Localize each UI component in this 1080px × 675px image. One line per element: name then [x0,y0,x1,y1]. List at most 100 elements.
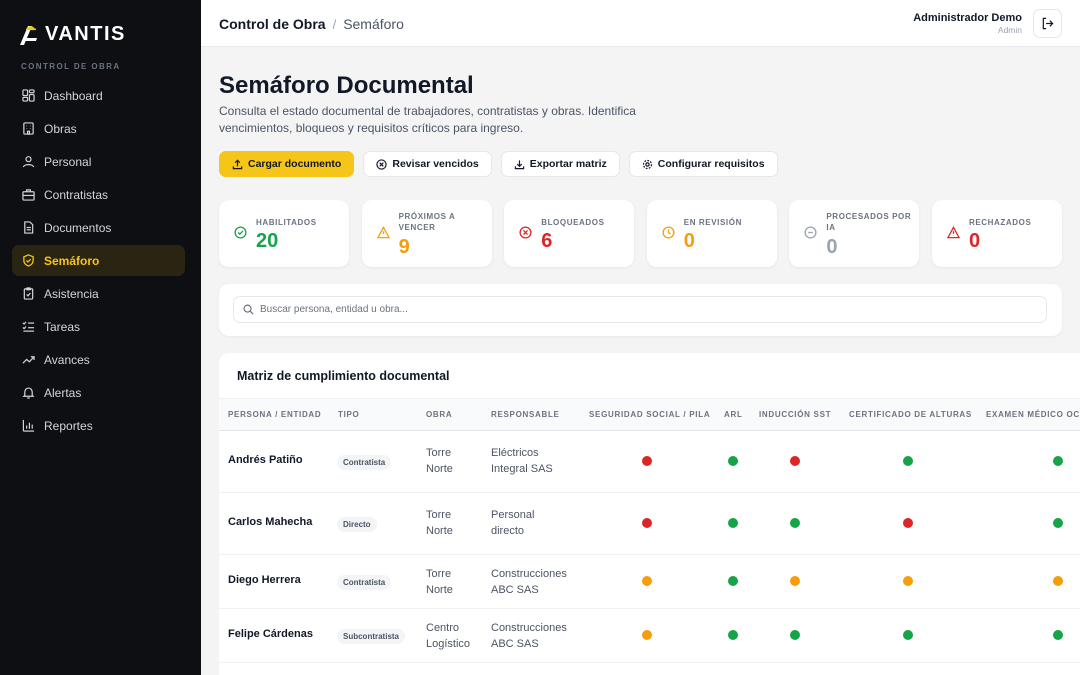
check-circle-icon [234,226,247,239]
status-dot-green[interactable] [790,518,800,528]
x-circle-icon [519,226,532,239]
table-row[interactable]: Carlos Mahecha Directo Torre Norte Person… [219,493,1080,555]
breadcrumb-root[interactable]: Control de Obra [219,16,326,32]
brand-logo[interactable]: VANTIS [19,20,126,48]
status-dot-amber[interactable] [642,630,652,640]
column-header[interactable]: CERTIFICADO DE ALTURAS [849,410,972,419]
stat-card-en-revision[interactable]: EN REVISIÓN 0 [646,200,777,267]
column-header[interactable]: EXAMEN MÉDICO OCU [986,410,1080,419]
status-dot-amber[interactable] [903,576,913,586]
table-header: PERSONA / ENTIDAD TIPO OBRA RESPONSABLE … [219,398,1080,431]
action-bar: Cargar documento Revisar vencidos Export… [219,151,787,177]
obra-cell: Centro Logístico [426,620,470,652]
compliance-matrix: Matriz de cumplimiento documental PERSON… [219,353,1080,675]
sidebar-item-label: Reportes [44,418,93,433]
status-dot-red[interactable] [903,518,913,528]
sidebar-item-label: Avances [44,352,90,367]
page-subtitle: Consulta el estado documental de trabaja… [219,104,636,135]
topbar: Control de Obra / Semáforo Administrador… [201,0,1080,47]
column-header[interactable]: SEGURIDAD SOCIAL / PILA [589,410,710,419]
clock-icon [662,226,675,239]
search-input[interactable] [260,304,1020,315]
responsable-line: directo [491,525,525,537]
sidebar-item-personal[interactable]: Personal [12,146,185,177]
status-dot-green[interactable] [728,576,738,586]
status-dot-green[interactable] [903,456,913,466]
status-dot-amber[interactable] [790,576,800,586]
obra-line: Torre [426,447,452,459]
column-header[interactable]: TIPO [338,410,359,419]
configure-requirements-button[interactable]: Configurar requisitos [628,151,778,177]
shield-icon [21,254,35,268]
obra-cell: Torre Norte [426,507,453,539]
briefcase-icon [21,188,35,202]
sidebar-item-reportes[interactable]: Reportes [12,410,185,441]
upload-document-button[interactable]: Cargar documento [219,151,355,177]
obra-line: Norte [426,525,453,537]
stat-card-procesados-ia[interactable]: PROCESADOS POR IA 0 [789,200,920,267]
status-dot-green[interactable] [1053,630,1063,640]
status-dot-amber[interactable] [1053,576,1063,586]
logo-mark-icon [20,26,37,45]
status-dot-green[interactable] [728,630,738,640]
stat-label: PROCESADOS POR IA [826,212,912,232]
person-name[interactable]: Carlos Mahecha [228,516,312,528]
user-role: Admin [997,25,1022,35]
obra-line: Norte [426,584,453,596]
sidebar-item-contratistas[interactable]: Contratistas [12,179,185,210]
column-header[interactable]: PERSONA / ENTIDAD [228,410,321,419]
sidebar-item-label: Dashboard [44,88,103,103]
stat-card-rechazados[interactable]: RECHAZADOS 0 [931,200,1062,267]
stat-value: 9 [398,236,410,258]
stat-card-proximos[interactable]: PRÓXIMOS A VENCER 9 [361,200,492,267]
status-dot-red[interactable] [790,456,800,466]
column-header[interactable]: INDUCCIÓN SST [759,410,831,419]
sidebar: VANTIS CONTROL DE OBRA Dashboard Obras P… [0,0,201,675]
user-icon [21,155,35,169]
bell-icon [21,386,35,400]
column-header[interactable]: RESPONSABLE [491,410,560,419]
sidebar-item-semaforo[interactable]: Semáforo [12,245,185,276]
sidebar-item-avances[interactable]: Avances [12,344,185,375]
breadcrumb-separator: / [332,16,337,32]
status-dot-red[interactable] [642,456,652,466]
status-dot-green[interactable] [728,518,738,528]
x-circle-icon [376,158,388,170]
review-expired-button[interactable]: Revisar vencidos [363,151,492,177]
sidebar-item-obras[interactable]: Obras [12,113,185,144]
export-matrix-label: Exportar matriz [529,158,607,170]
stat-label: EN REVISIÓN [683,218,742,227]
export-matrix-button[interactable]: Exportar matriz [500,151,620,177]
status-dot-red[interactable] [642,518,652,528]
sidebar-section-label: CONTROL DE OBRA [21,62,121,71]
logout-icon [1042,17,1054,30]
status-dot-green[interactable] [1053,456,1063,466]
table-row[interactable]: Andrés Patiño Contratista Torre Norte Elé… [219,431,1080,493]
column-header[interactable]: ARL [724,410,743,419]
stat-card-habilitados[interactable]: HABILITADOS 20 [219,200,349,267]
person-name[interactable]: Andrés Patiño [228,454,303,466]
table-row[interactable]: Diego Herrera Contratista Torre Norte Con… [219,555,1080,609]
sidebar-item-dashboard[interactable]: Dashboard [12,80,185,111]
sidebar-item-documentos[interactable]: Documentos [12,212,185,243]
sidebar-item-alertas[interactable]: Alertas [12,377,185,408]
user-name: Administrador Demo [913,12,1022,24]
sidebar-item-asistencia[interactable]: Asistencia [12,278,185,309]
sidebar-item-tareas[interactable]: Tareas [12,311,185,342]
status-dot-green[interactable] [1053,518,1063,528]
page-title: Semáforo Documental [219,72,474,99]
breadcrumb: Control de Obra / Semáforo [219,16,404,32]
table-row[interactable]: Felipe Cárdenas Subcontratista Centro Log… [219,609,1080,663]
logout-button[interactable] [1033,9,1062,38]
stat-value: 0 [826,236,838,258]
status-dot-green[interactable] [790,630,800,640]
person-name[interactable]: Diego Herrera [228,574,301,586]
status-dot-green[interactable] [728,456,738,466]
person-name[interactable]: Felipe Cárdenas [228,628,313,640]
sidebar-item-label: Semáforo [44,253,100,268]
stat-card-bloqueados[interactable]: BLOQUEADOS 6 [504,200,635,267]
status-dot-amber[interactable] [642,576,652,586]
status-dot-green[interactable] [903,630,913,640]
search-box[interactable] [233,296,1047,323]
column-header[interactable]: OBRA [426,410,452,419]
